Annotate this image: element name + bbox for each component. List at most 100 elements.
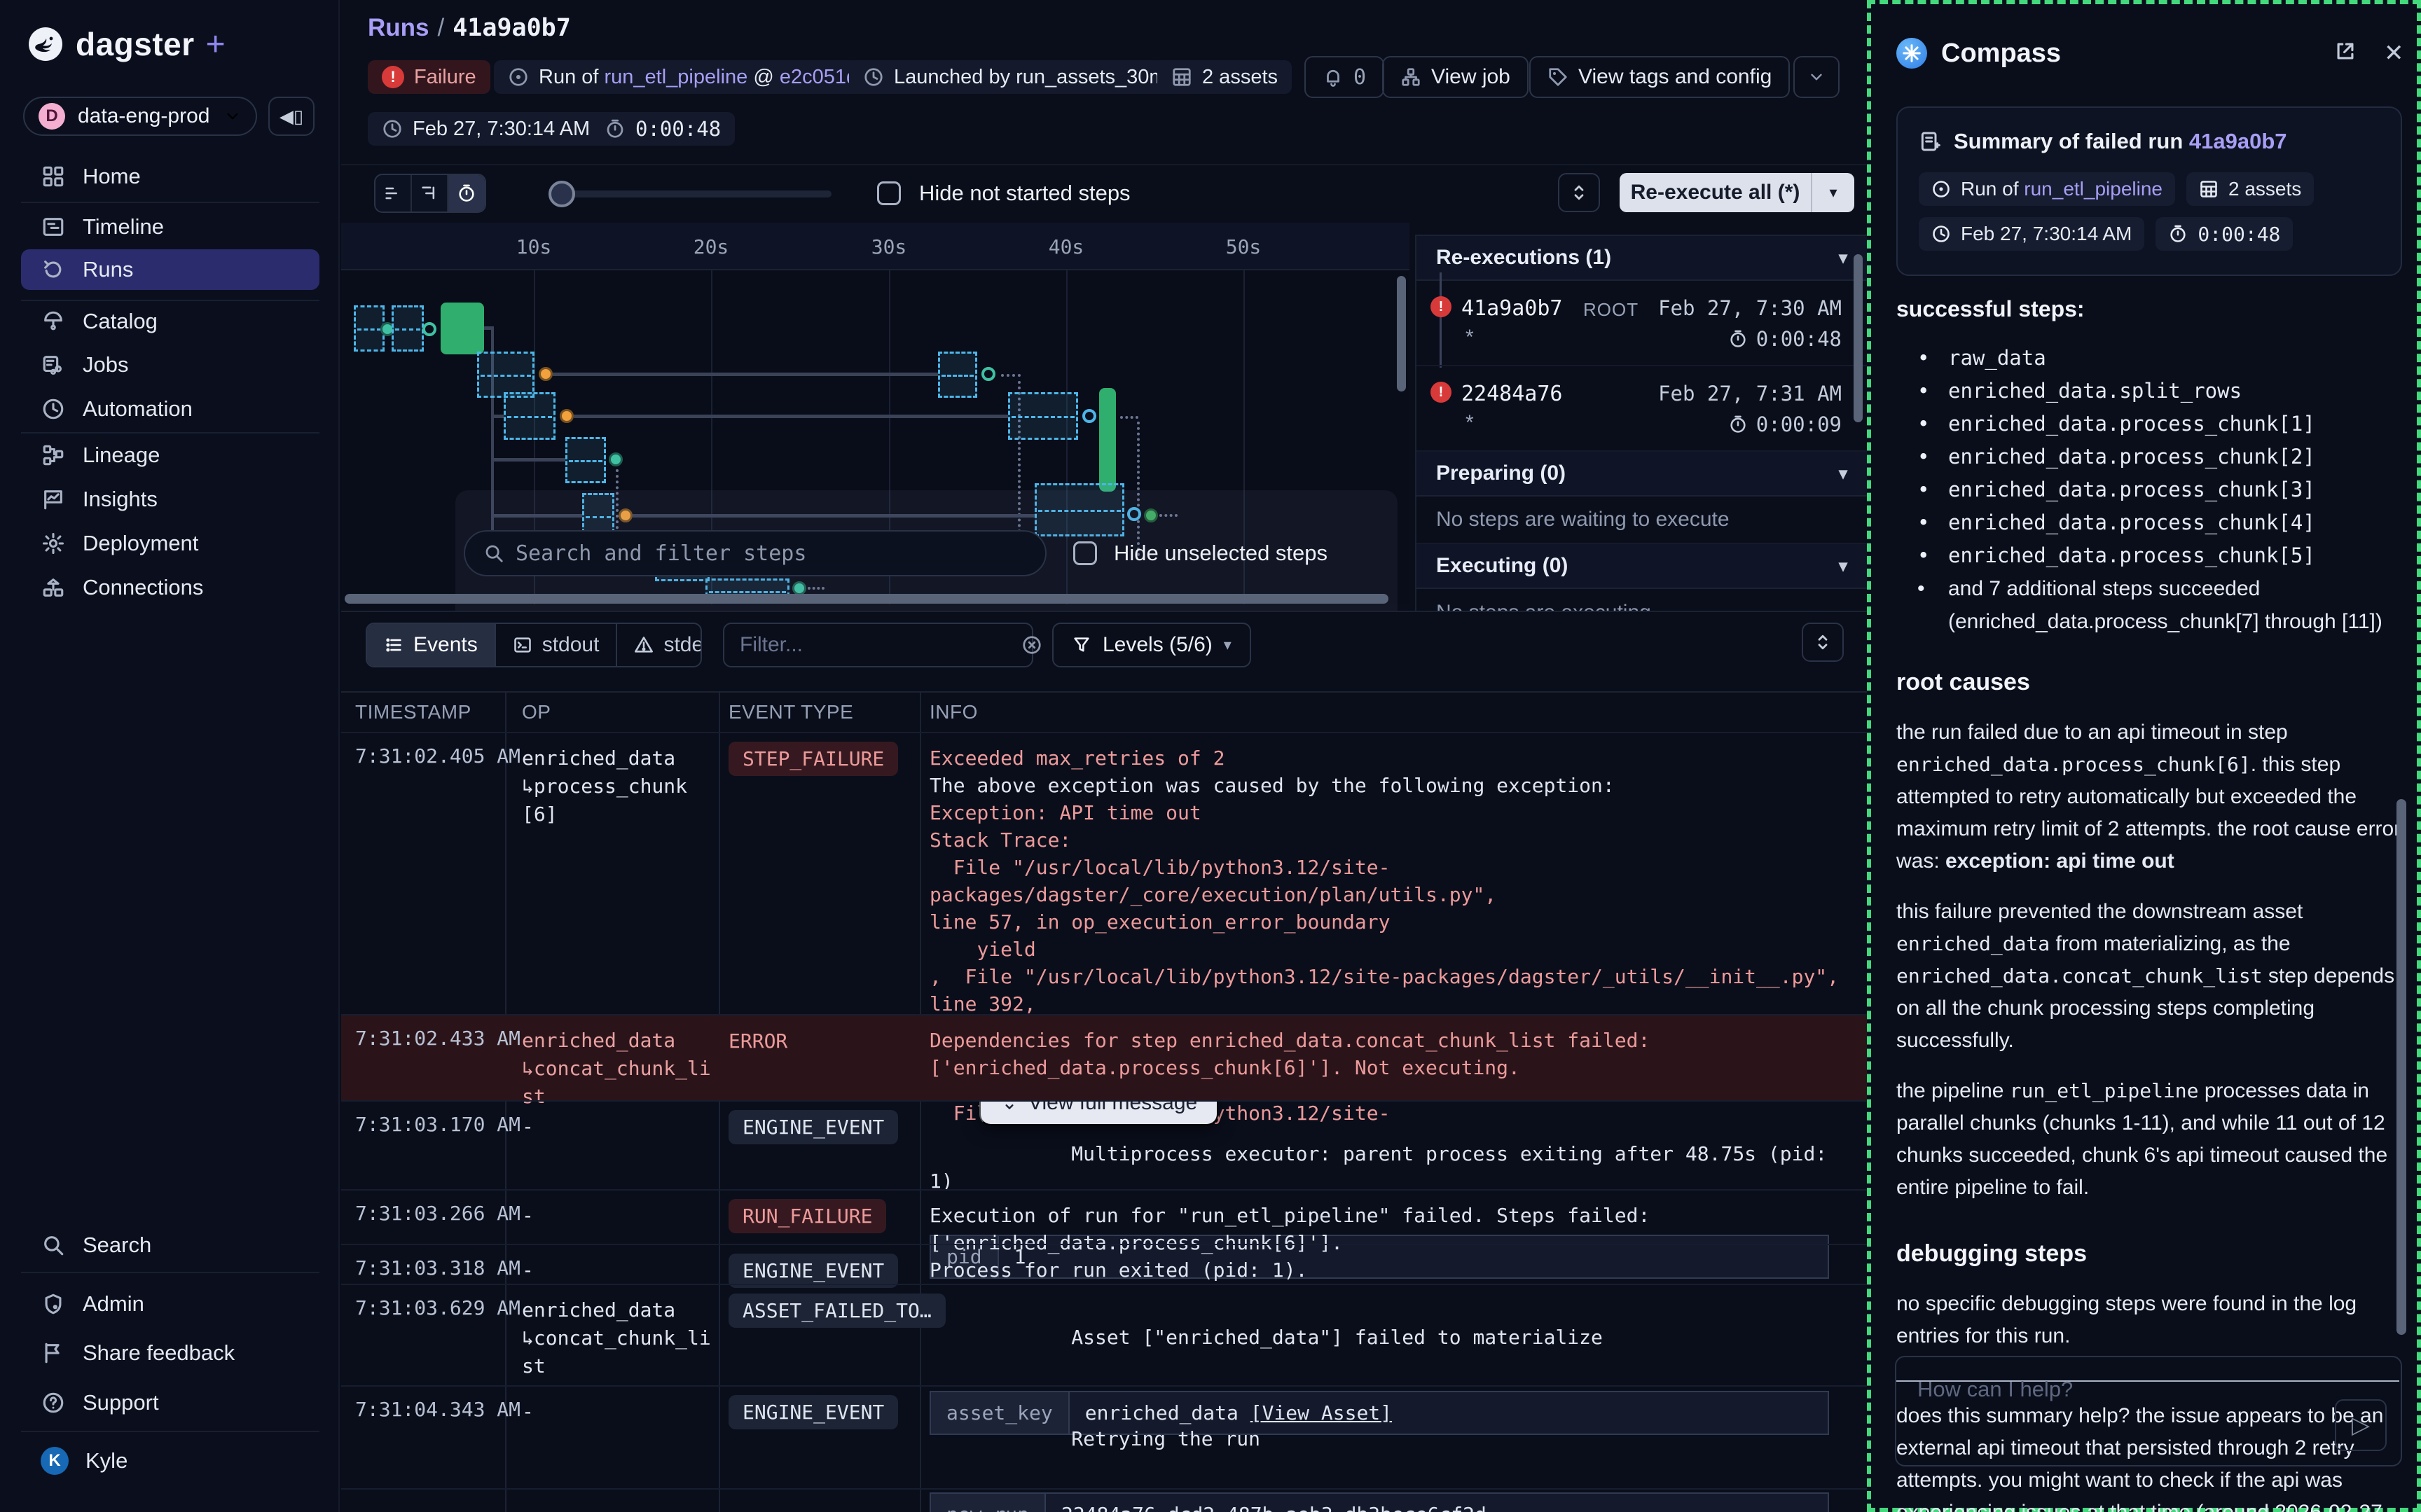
- list-item: enriched_data.process_chunk[2]: [1941, 441, 2408, 473]
- run-of-tag[interactable]: Run of run_etl_pipeline @ e2c051db: [494, 60, 883, 94]
- close-icon[interactable]: ✕: [2384, 39, 2404, 67]
- run-id[interactable]: 41a9a0b7: [1461, 296, 1563, 321]
- reexecutions-section-header[interactable]: Re-executions (1) ▾: [1416, 236, 1867, 281]
- gantt-horizontal-scrollbar[interactable]: [345, 594, 1388, 604]
- more-actions-button[interactable]: [1793, 56, 1840, 98]
- sidebar-item-home[interactable]: Home: [21, 158, 319, 195]
- assets-grid-icon: [1171, 67, 1192, 88]
- view-job-button[interactable]: View job: [1382, 56, 1529, 98]
- executing-section-header[interactable]: Executing (0) ▾: [1416, 544, 1867, 589]
- sidebar-item-lineage[interactable]: Lineage: [21, 437, 319, 473]
- tab-stdout[interactable]: stdout: [496, 624, 618, 666]
- sidebar-item-admin[interactable]: Admin: [21, 1286, 319, 1322]
- view-flat-icon-button[interactable]: [375, 175, 412, 211]
- search-icon: [41, 1233, 66, 1258]
- sidebar-item-search[interactable]: Search: [21, 1227, 319, 1263]
- log-row[interactable]: 7:31:03.318 AM - ENGINE_EVENT Process fo…: [341, 1244, 1867, 1284]
- sidebar-item-support[interactable]: Support: [21, 1385, 319, 1421]
- gantt-box[interactable]: [504, 392, 556, 440]
- compass-chat-input[interactable]: How can I help? ▷: [1895, 1356, 2402, 1466]
- run-root-tag: ROOT: [1583, 299, 1639, 321]
- sidebar-item-insights[interactable]: Insights: [21, 481, 319, 518]
- executing-empty-text: No steps are executing: [1416, 589, 1867, 611]
- sidebar-item-runs[interactable]: Runs: [21, 249, 319, 290]
- reexecute-dropdown-toggle[interactable]: ▾: [1811, 173, 1854, 212]
- gantt-box[interactable]: [1008, 392, 1078, 440]
- log-row[interactable]: 7:31:04.343 AM - ENGINE_EVENT Retrying t…: [341, 1385, 1867, 1488]
- sidebar-item-share-feedback[interactable]: Share feedback: [21, 1335, 319, 1371]
- gantt-hdots: [1001, 374, 1021, 377]
- log-row[interactable]: 7:31:03.266 AM - RUN_FAILURE Execution o…: [341, 1189, 1867, 1244]
- gantt-green[interactable]: [1099, 388, 1116, 492]
- log-row-error[interactable]: 7:31:02.433 AM enriched_data ↳concat_chu…: [341, 1014, 1867, 1100]
- sidebar-item-connections[interactable]: Connections: [21, 569, 319, 606]
- sidebar-collapse-button[interactable]: ◀▯: [268, 97, 315, 136]
- reexecution-run-row[interactable]: ! 22484a76 Feb 27, 7:31 AM * 0:00:09: [1416, 366, 1867, 452]
- assets-tag[interactable]: 2 assets: [2186, 172, 2314, 206]
- sidebar-item-timeline[interactable]: Timeline: [21, 209, 319, 245]
- zoom-slider-handle[interactable]: [549, 181, 575, 207]
- view-tags-config-button[interactable]: View tags and config: [1529, 56, 1790, 98]
- send-button[interactable]: ▷: [2335, 1399, 2387, 1451]
- clear-filter-icon[interactable]: [1021, 634, 1042, 656]
- tab-label: Events: [413, 633, 478, 657]
- tab-stderr[interactable]: stderr: [617, 624, 702, 666]
- run-of-tag[interactable]: Run of run_etl_pipeline: [1919, 172, 2175, 206]
- gantt-green[interactable]: [441, 303, 484, 354]
- sidebar-item-deployment[interactable]: Deployment: [21, 525, 319, 562]
- run-id[interactable]: 22484a76: [1461, 382, 1563, 406]
- alerts-bell-button[interactable]: 0: [1304, 56, 1384, 98]
- gantt-box[interactable]: [938, 352, 977, 398]
- list-item: enriched_data.process_chunk[4]: [1941, 506, 2408, 539]
- log-op: -: [522, 1398, 712, 1426]
- sidebar-item-catalog[interactable]: Catalog: [21, 303, 319, 340]
- gantt-box[interactable]: [392, 305, 424, 352]
- reexecution-run-row[interactable]: ! 41a9a0b7 ROOT Feb 27, 7:30 AM * 0:00:4…: [1416, 281, 1867, 366]
- preparing-section-header[interactable]: Preparing (0) ▾: [1416, 452, 1867, 497]
- log-sort-button[interactable]: [1802, 623, 1844, 662]
- list-item: enriched_data.split_rows: [1941, 375, 2408, 408]
- gantt-vertical-scrollbar[interactable]: [1397, 276, 1406, 391]
- sidebar-item-label: Connections: [83, 575, 203, 600]
- reexecute-all-button[interactable]: Re-execute all (*) ▾: [1620, 173, 1854, 212]
- preparing-title: Preparing (0): [1436, 462, 1566, 485]
- run-note: *: [1465, 411, 1474, 435]
- log-op: -: [522, 1113, 712, 1141]
- open-external-icon[interactable]: [2333, 39, 2357, 67]
- breadcrumb-run-id: 41a9a0b7: [453, 14, 571, 42]
- log-row[interactable]: 7:31:02.405 AM enriched_data ↳process_ch…: [341, 732, 1867, 1014]
- levels-filter-button[interactable]: Levels (5/6) ▾: [1052, 623, 1251, 667]
- launched-by-tag[interactable]: Launched by run_assets_30min: [849, 60, 1196, 94]
- view-timed-icon-button[interactable]: [448, 175, 485, 211]
- compass-summary-card: Summary of failed run 41a9a0b7 Run of ru…: [1896, 106, 2402, 276]
- hide-not-started-checkbox[interactable]: [877, 181, 901, 205]
- zoom-slider-track[interactable]: [562, 190, 832, 197]
- gantt-hdots: [1120, 416, 1138, 419]
- step-search-input[interactable]: [516, 541, 1027, 566]
- log-op: enriched_data ↳concat_chunk_list: [522, 1296, 712, 1380]
- gantt-box[interactable]: [477, 352, 534, 398]
- view-waterfall-icon-button[interactable]: [412, 175, 448, 211]
- assets-tag[interactable]: 2 assets: [1157, 60, 1292, 94]
- sidebar-item-user[interactable]: K Kyle: [21, 1443, 319, 1479]
- hide-unselected-checkbox[interactable]: [1073, 541, 1097, 565]
- root-cause-paragraph: the pipeline run_etl_pipeline processes …: [1896, 1075, 2408, 1204]
- log-row[interactable]: 7:31:03.629 AM enriched_data ↳concat_chu…: [341, 1284, 1867, 1385]
- root-cause-paragraph: the run failed due to an api timeout in …: [1896, 716, 2408, 878]
- sidebar-item-jobs[interactable]: Jobs: [21, 347, 319, 383]
- app: dagster + D data-eng-prod ◀▯ Home Timeli…: [0, 0, 2421, 1512]
- gantt-box[interactable]: [565, 437, 606, 483]
- flag-icon: [41, 1340, 66, 1366]
- deployment-switcher[interactable]: D data-eng-prod: [23, 97, 257, 136]
- panel-scrollbar[interactable]: [1854, 254, 1863, 422]
- expand-panel-button[interactable]: [1558, 173, 1600, 212]
- list-item: and 7 additional steps succeeded (enrich…: [1941, 572, 2408, 638]
- bell-count: 0: [1353, 65, 1366, 90]
- log-filter-input[interactable]: [740, 633, 1010, 657]
- tab-events[interactable]: Events: [367, 624, 496, 666]
- sidebar-item-automation[interactable]: Automation: [21, 391, 319, 427]
- log-row[interactable]: 7:31:03.170 AM - ENGINE_EVENT Multiproce…: [341, 1100, 1867, 1189]
- breadcrumb-runs-link[interactable]: Runs: [368, 14, 429, 41]
- home-icon: [41, 164, 66, 189]
- compass-scrollbar[interactable]: [2396, 799, 2406, 1335]
